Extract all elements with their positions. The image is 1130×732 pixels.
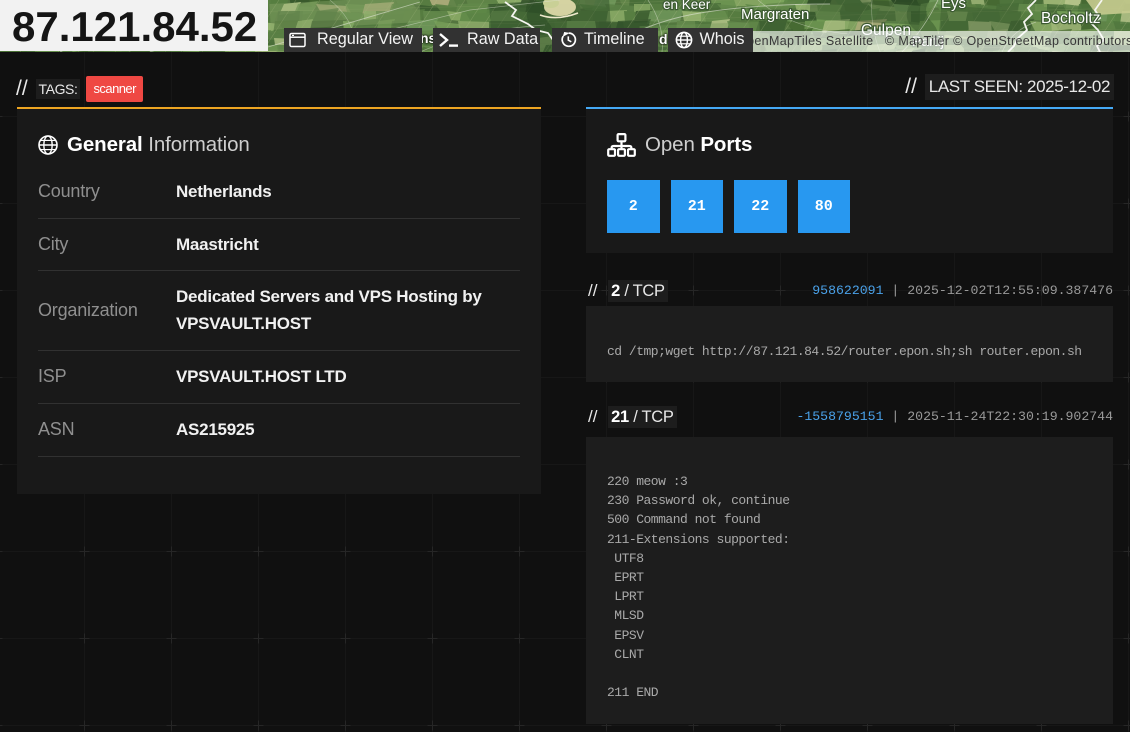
svg-text:Margraten: Margraten — [741, 6, 809, 23]
svg-text:en Keer: en Keer — [663, 0, 711, 12]
svg-text:Eys: Eys — [941, 0, 966, 12]
svg-text:Bocholtz: Bocholtz — [1041, 10, 1100, 27]
